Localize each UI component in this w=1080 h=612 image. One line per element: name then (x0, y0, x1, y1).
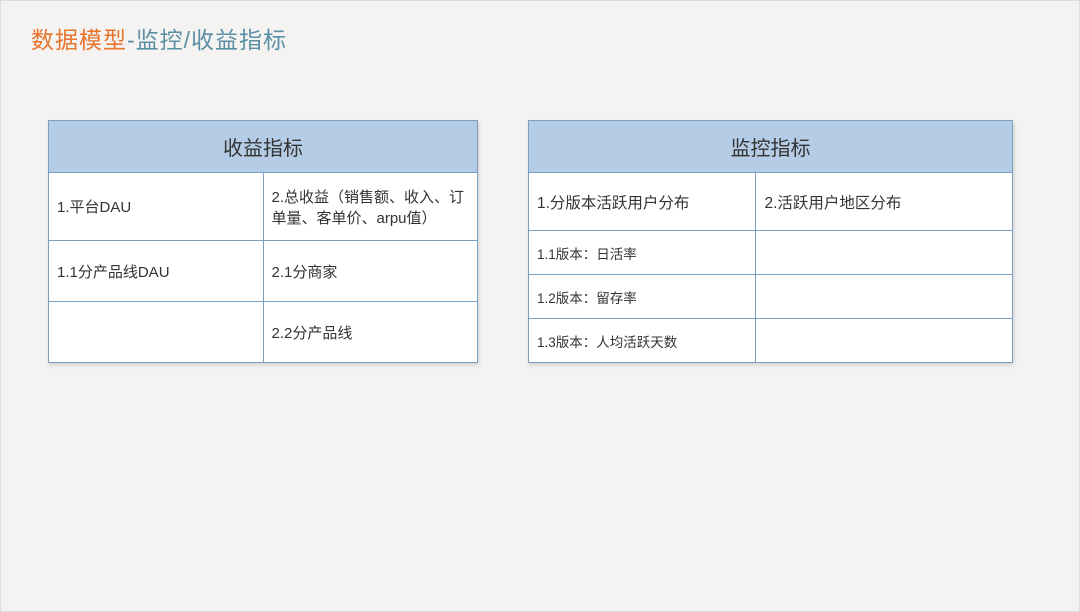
table-row: 1.分版本活跃用户分布 2.活跃用户地区分布 (529, 173, 1013, 231)
table-row: 1.平台DAU 2.总收益（销售额、收入、订单量、客单价、arpu值） (49, 173, 478, 241)
cell (756, 319, 1013, 363)
page-title: 数据模型-监控/收益指标 (31, 21, 1049, 55)
cell: 2.2分产品线 (263, 302, 478, 363)
revenue-table-header: 收益指标 (49, 121, 478, 173)
cell (756, 231, 1013, 275)
title-part-2: 监控/收益指标 (136, 27, 287, 53)
cell (49, 302, 264, 363)
cell: 1.1分产品线DAU (49, 241, 264, 302)
cell: 1.3版本：人均活跃天数 (529, 319, 756, 363)
revenue-metrics-table: 收益指标 1.平台DAU 2.总收益（销售额、收入、订单量、客单价、arpu值）… (48, 120, 478, 363)
table-row: 1.3版本：人均活跃天数 (529, 319, 1013, 363)
cell: 2.1分商家 (263, 241, 478, 302)
monitor-table-header: 监控指标 (529, 121, 1013, 173)
table-row: 2.2分产品线 (49, 302, 478, 363)
tables-container: 收益指标 1.平台DAU 2.总收益（销售额、收入、订单量、客单价、arpu值）… (31, 120, 1049, 363)
title-separator: - (127, 27, 136, 53)
table-row: 1.2版本：留存率 (529, 275, 1013, 319)
cell: 1.1版本：日活率 (529, 231, 756, 275)
cell: 2.总收益（销售额、收入、订单量、客单价、arpu值） (263, 173, 478, 241)
cell: 2.活跃用户地区分布 (756, 173, 1013, 231)
table-row: 1.1版本：日活率 (529, 231, 1013, 275)
cell (756, 275, 1013, 319)
title-part-1: 数据模型 (31, 27, 127, 53)
monitor-metrics-table: 监控指标 1.分版本活跃用户分布 2.活跃用户地区分布 1.1版本：日活率 1.… (528, 120, 1013, 363)
slide: 数据模型-监控/收益指标 收益指标 1.平台DAU 2.总收益（销售额、收入、订… (1, 1, 1079, 611)
cell: 1.2版本：留存率 (529, 275, 756, 319)
cell: 1.分版本活跃用户分布 (529, 173, 756, 231)
cell: 1.平台DAU (49, 173, 264, 241)
table-row: 1.1分产品线DAU 2.1分商家 (49, 241, 478, 302)
